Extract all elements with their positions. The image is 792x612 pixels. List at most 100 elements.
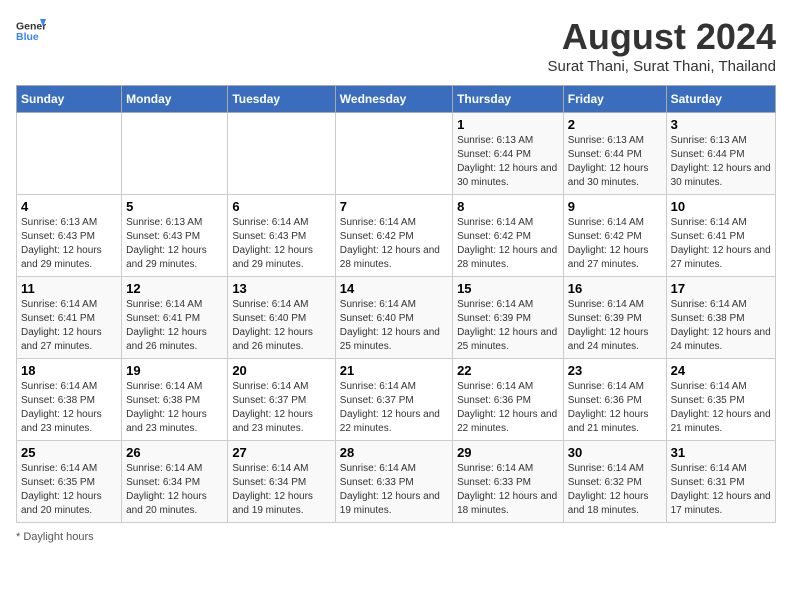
day-info: Sunrise: 6:14 AM Sunset: 6:37 PM Dayligh…: [232, 380, 330, 436]
calendar-cell: 12 Sunrise: 6:14 AM Sunset: 6:41 PM Dayli…: [122, 277, 228, 359]
calendar-cell: 24 Sunrise: 6:14 AM Sunset: 6:35 PM Dayli…: [666, 359, 775, 441]
calendar-cell: 26 Sunrise: 6:14 AM Sunset: 6:34 PM Dayli…: [122, 441, 228, 523]
day-info: Sunrise: 6:14 AM Sunset: 6:31 PM Dayligh…: [671, 462, 771, 518]
day-info: Sunrise: 6:13 AM Sunset: 6:44 PM Dayligh…: [568, 134, 662, 190]
calendar-cell: [335, 113, 452, 195]
calendar-cell: 31 Sunrise: 6:14 AM Sunset: 6:31 PM Dayli…: [666, 441, 775, 523]
day-number: 6: [232, 199, 330, 214]
header: General Blue August 2024 Surat Thani, Su…: [16, 16, 776, 75]
calendar-cell: 13 Sunrise: 6:14 AM Sunset: 6:40 PM Dayli…: [228, 277, 335, 359]
day-number: 16: [568, 281, 662, 296]
day-number: 2: [568, 117, 662, 132]
calendar-cell: 6Sunrise: 6:14 AM Sunset: 6:43 PM Daylig…: [228, 195, 335, 277]
day-number: 13: [232, 281, 330, 296]
day-number: 24: [671, 363, 771, 378]
day-number: 22: [457, 363, 559, 378]
svg-text:Blue: Blue: [16, 31, 39, 43]
calendar-cell: [228, 113, 335, 195]
calendar-cell: 8Sunrise: 6:14 AM Sunset: 6:42 PM Daylig…: [453, 195, 564, 277]
day-number: 15: [457, 281, 559, 296]
day-info: Sunrise: 6:14 AM Sunset: 6:42 PM Dayligh…: [568, 216, 662, 272]
day-info: Sunrise: 6:14 AM Sunset: 6:40 PM Dayligh…: [340, 298, 448, 354]
weekday-header-row: SundayMondayTuesdayWednesdayThursdayFrid…: [17, 86, 776, 113]
title-area: August 2024 Surat Thani, Surat Thani, Th…: [548, 16, 776, 75]
day-info: Sunrise: 6:13 AM Sunset: 6:43 PM Dayligh…: [126, 216, 223, 272]
calendar-cell: 29 Sunrise: 6:14 AM Sunset: 6:33 PM Dayli…: [453, 441, 564, 523]
day-number: 9: [568, 199, 662, 214]
calendar-cell: 20 Sunrise: 6:14 AM Sunset: 6:37 PM Dayli…: [228, 359, 335, 441]
calendar-cell: 5 Sunrise: 6:13 AM Sunset: 6:43 PM Daylig…: [122, 195, 228, 277]
day-number: 26: [126, 445, 223, 460]
day-info: Sunrise: 6:14 AM Sunset: 6:41 PM Dayligh…: [21, 298, 117, 354]
day-number: 17: [671, 281, 771, 296]
weekday-header: Friday: [563, 86, 666, 113]
day-number: 19: [126, 363, 223, 378]
day-info: Sunrise: 6:14 AM Sunset: 6:38 PM Dayligh…: [21, 380, 117, 436]
day-info: Sunrise: 6:14 AM Sunset: 6:33 PM Dayligh…: [457, 462, 559, 518]
footer-note: * Daylight hours: [16, 531, 776, 543]
calendar-table: SundayMondayTuesdayWednesdayThursdayFrid…: [16, 85, 776, 523]
day-number: 28: [340, 445, 448, 460]
day-number: 1: [457, 117, 559, 132]
calendar-cell: 9 Sunrise: 6:14 AM Sunset: 6:42 PM Daylig…: [563, 195, 666, 277]
calendar-cell: 1 Sunrise: 6:13 AM Sunset: 6:44 PM Daylig…: [453, 113, 564, 195]
day-info: Sunrise: 6:14 AM Sunset: 6:40 PM Dayligh…: [232, 298, 330, 354]
logo-icon: General Blue: [16, 16, 46, 46]
day-number: 27: [232, 445, 330, 460]
calendar-cell: 28 Sunrise: 6:14 AM Sunset: 6:33 PM Dayli…: [335, 441, 452, 523]
day-info: Sunrise: 6:14 AM Sunset: 6:37 PM Dayligh…: [340, 380, 448, 436]
day-info: Sunrise: 6:14 AM Sunset: 6:35 PM Dayligh…: [671, 380, 771, 436]
calendar-week-row: 4 Sunrise: 6:13 AM Sunset: 6:43 PM Daylig…: [17, 195, 776, 277]
day-number: 29: [457, 445, 559, 460]
day-info: Sunrise: 6:14 AM Sunset: 6:41 PM Dayligh…: [671, 216, 771, 272]
day-info: Sunrise: 6:14 AM Sunset: 6:39 PM Dayligh…: [457, 298, 559, 354]
calendar-cell: 3Sunrise: 6:13 AM Sunset: 6:44 PM Daylig…: [666, 113, 775, 195]
day-info: Sunrise: 6:14 AM Sunset: 6:33 PM Dayligh…: [340, 462, 448, 518]
calendar-cell: 15 Sunrise: 6:14 AM Sunset: 6:39 PM Dayli…: [453, 277, 564, 359]
weekday-header: Thursday: [453, 86, 564, 113]
day-info: Sunrise: 6:14 AM Sunset: 6:42 PM Dayligh…: [340, 216, 448, 272]
day-number: 23: [568, 363, 662, 378]
day-info: Sunrise: 6:14 AM Sunset: 6:32 PM Dayligh…: [568, 462, 662, 518]
day-number: 5: [126, 199, 223, 214]
day-info: Sunrise: 6:14 AM Sunset: 6:39 PM Dayligh…: [568, 298, 662, 354]
day-info: Sunrise: 6:14 AM Sunset: 6:34 PM Dayligh…: [126, 462, 223, 518]
calendar-week-row: 25Sunrise: 6:14 AM Sunset: 6:35 PM Dayli…: [17, 441, 776, 523]
day-number: 30: [568, 445, 662, 460]
day-number: 31: [671, 445, 771, 460]
day-info: Sunrise: 6:14 AM Sunset: 6:38 PM Dayligh…: [126, 380, 223, 436]
calendar-cell: 23 Sunrise: 6:14 AM Sunset: 6:36 PM Dayli…: [563, 359, 666, 441]
calendar-cell: 22Sunrise: 6:14 AM Sunset: 6:36 PM Dayli…: [453, 359, 564, 441]
day-info: Sunrise: 6:14 AM Sunset: 6:42 PM Dayligh…: [457, 216, 559, 272]
day-info: Sunrise: 6:14 AM Sunset: 6:41 PM Dayligh…: [126, 298, 223, 354]
calendar-cell: 19 Sunrise: 6:14 AM Sunset: 6:38 PM Dayli…: [122, 359, 228, 441]
calendar-cell: 11 Sunrise: 6:14 AM Sunset: 6:41 PM Dayli…: [17, 277, 122, 359]
calendar-cell: 14Sunrise: 6:14 AM Sunset: 6:40 PM Dayli…: [335, 277, 452, 359]
day-number: 18: [21, 363, 117, 378]
weekday-header: Wednesday: [335, 86, 452, 113]
calendar-cell: [17, 113, 122, 195]
calendar-week-row: 11 Sunrise: 6:14 AM Sunset: 6:41 PM Dayli…: [17, 277, 776, 359]
day-number: 25: [21, 445, 117, 460]
day-info: Sunrise: 6:13 AM Sunset: 6:44 PM Dayligh…: [457, 134, 559, 190]
logo: General Blue: [16, 16, 46, 46]
weekday-header: Sunday: [17, 86, 122, 113]
weekday-header: Tuesday: [228, 86, 335, 113]
calendar-cell: 17Sunrise: 6:14 AM Sunset: 6:38 PM Dayli…: [666, 277, 775, 359]
calendar-cell: 18 Sunrise: 6:14 AM Sunset: 6:38 PM Dayli…: [17, 359, 122, 441]
calendar-week-row: 18 Sunrise: 6:14 AM Sunset: 6:38 PM Dayli…: [17, 359, 776, 441]
day-number: 21: [340, 363, 448, 378]
calendar-cell: [122, 113, 228, 195]
day-number: 3: [671, 117, 771, 132]
day-info: Sunrise: 6:14 AM Sunset: 6:36 PM Dayligh…: [568, 380, 662, 436]
day-number: 11: [21, 281, 117, 296]
calendar-cell: 16 Sunrise: 6:14 AM Sunset: 6:39 PM Dayli…: [563, 277, 666, 359]
calendar-cell: 25Sunrise: 6:14 AM Sunset: 6:35 PM Dayli…: [17, 441, 122, 523]
day-number: 12: [126, 281, 223, 296]
day-info: Sunrise: 6:13 AM Sunset: 6:43 PM Dayligh…: [21, 216, 117, 272]
day-number: 7: [340, 199, 448, 214]
calendar-cell: 4 Sunrise: 6:13 AM Sunset: 6:43 PM Daylig…: [17, 195, 122, 277]
day-number: 4: [21, 199, 117, 214]
sub-title: Surat Thani, Surat Thani, Thailand: [548, 58, 776, 75]
day-number: 20: [232, 363, 330, 378]
